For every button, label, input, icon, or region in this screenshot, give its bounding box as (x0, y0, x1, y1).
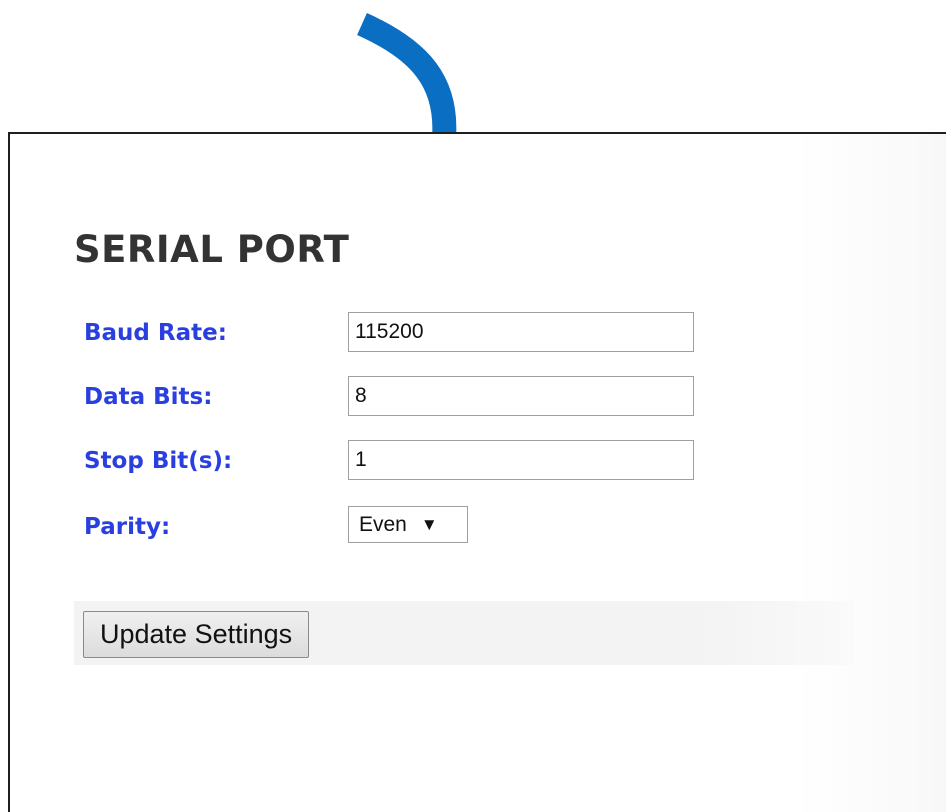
stop-bits-label: Stop Bit(s): (84, 448, 233, 474)
stop-bits-input[interactable] (348, 440, 694, 480)
baud-rate-row: Baud Rate: (84, 312, 784, 352)
baud-rate-label: Baud Rate: (84, 320, 227, 346)
dropdown-arrow-icon: ▼ (420, 514, 438, 534)
update-settings-button[interactable]: Update Settings (83, 611, 310, 658)
serial-port-panel: SERIAL PORT Baud Rate: Data Bits: Stop B… (8, 132, 946, 812)
page-title: SERIAL PORT (74, 228, 350, 271)
parity-select[interactable]: Even ▼ (348, 506, 468, 543)
data-bits-label: Data Bits: (84, 384, 213, 410)
parity-selected-value: Even (359, 512, 407, 536)
parity-label: Parity: (84, 514, 171, 540)
parity-row: Parity: Even ▼ (84, 506, 784, 546)
stop-bits-row: Stop Bit(s): (84, 440, 784, 480)
data-bits-row: Data Bits: (84, 376, 784, 416)
actions-bar: Update Settings (74, 601, 854, 665)
baud-rate-input[interactable] (348, 312, 694, 352)
data-bits-input[interactable] (348, 376, 694, 416)
